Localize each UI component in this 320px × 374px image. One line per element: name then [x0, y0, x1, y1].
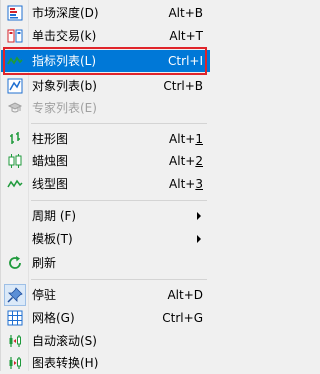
menu-item-shortcut: Ctrl+B	[163, 79, 203, 93]
menu-item-shortcut: Alt+1	[169, 132, 203, 146]
menu-item-templates[interactable]: 模板(T)	[1, 228, 210, 250]
menu-item-expert-list: 专家列表(E)	[1, 97, 210, 119]
menu-item-label: 柱形图	[32, 132, 69, 146]
menu-item-periods[interactable]: 周期 (F)	[1, 205, 210, 227]
market-depth-icon	[7, 5, 23, 21]
menu-item-line-chart[interactable]: 线型图 Alt+3	[1, 173, 210, 195]
menu-item-shortcut: Alt+2	[169, 154, 203, 168]
context-menu: 市场深度(D) Alt+B 单击交易(k) Alt+T 指标列表(L) Ctrl…	[0, 0, 210, 371]
submenu-arrow-icon	[197, 212, 201, 220]
menu-item-dock[interactable]: 停驻 Alt+D	[1, 284, 210, 306]
menu-item-label: 市场深度(D)	[32, 6, 99, 20]
menu-separator	[31, 279, 207, 280]
menu-item-auto-scroll[interactable]: 自动滚动(S)	[1, 330, 210, 352]
menu-item-shortcut: Alt+3	[169, 177, 203, 191]
indicator-list-icon	[7, 53, 23, 69]
submenu-arrow-icon	[197, 235, 201, 243]
object-list-icon	[7, 78, 23, 94]
candlestick-chart-icon	[7, 153, 23, 169]
line-chart-icon	[7, 176, 23, 192]
dock-icon	[7, 287, 23, 303]
auto-scroll-icon	[7, 333, 23, 349]
menu-separator	[31, 123, 207, 124]
menu-item-market-depth[interactable]: 市场深度(D) Alt+B	[1, 2, 210, 24]
expert-list-icon	[7, 100, 23, 116]
menu-separator	[31, 200, 207, 201]
menu-item-label: 周期 (F)	[32, 209, 77, 223]
menu-item-candlestick-chart[interactable]: 蜡烛图 Alt+2	[1, 150, 210, 172]
menu-item-shortcut: Ctrl+G	[162, 311, 203, 325]
menu-item-shortcut: Alt+B	[168, 6, 203, 20]
menu-item-label: 图表转换(H)	[32, 356, 99, 370]
menu-item-label: 专家列表(E)	[32, 101, 97, 115]
menu-item-label: 蜡烛图	[32, 154, 69, 168]
menu-item-label: 单击交易(k)	[32, 29, 97, 43]
menu-item-label: 指标列表(L)	[32, 54, 97, 68]
menu-item-shortcut: Alt+T	[169, 29, 203, 43]
menu-item-label: 对象列表(b)	[32, 79, 97, 93]
menu-item-label: 停驻	[32, 288, 57, 302]
menu-item-label: 刷新	[32, 256, 57, 270]
menu-item-shortcut: Alt+D	[167, 288, 203, 302]
refresh-icon	[7, 255, 23, 271]
menu-item-bar-chart[interactable]: 柱形图 Alt+1	[1, 128, 210, 150]
menu-item-refresh[interactable]: 刷新	[1, 252, 210, 274]
menu-item-indicator-list[interactable]: 指标列表(L) Ctrl+I	[1, 50, 210, 72]
menu-item-label: 线型图	[32, 177, 69, 191]
menu-item-label: 网格(G)	[32, 311, 75, 325]
grid-icon	[7, 310, 23, 326]
menu-item-shortcut: Ctrl+I	[168, 54, 203, 68]
menu-item-one-click-trading[interactable]: 单击交易(k) Alt+T	[1, 25, 210, 47]
menu-item-label: 模板(T)	[32, 232, 73, 246]
one-click-trading-icon	[7, 28, 23, 44]
menu-item-object-list[interactable]: 对象列表(b) Ctrl+B	[1, 75, 210, 97]
chart-shift-icon	[7, 355, 23, 371]
bar-chart-icon	[7, 131, 23, 147]
menu-item-grid[interactable]: 网格(G) Ctrl+G	[1, 307, 210, 329]
menu-item-label: 自动滚动(S)	[32, 334, 97, 348]
